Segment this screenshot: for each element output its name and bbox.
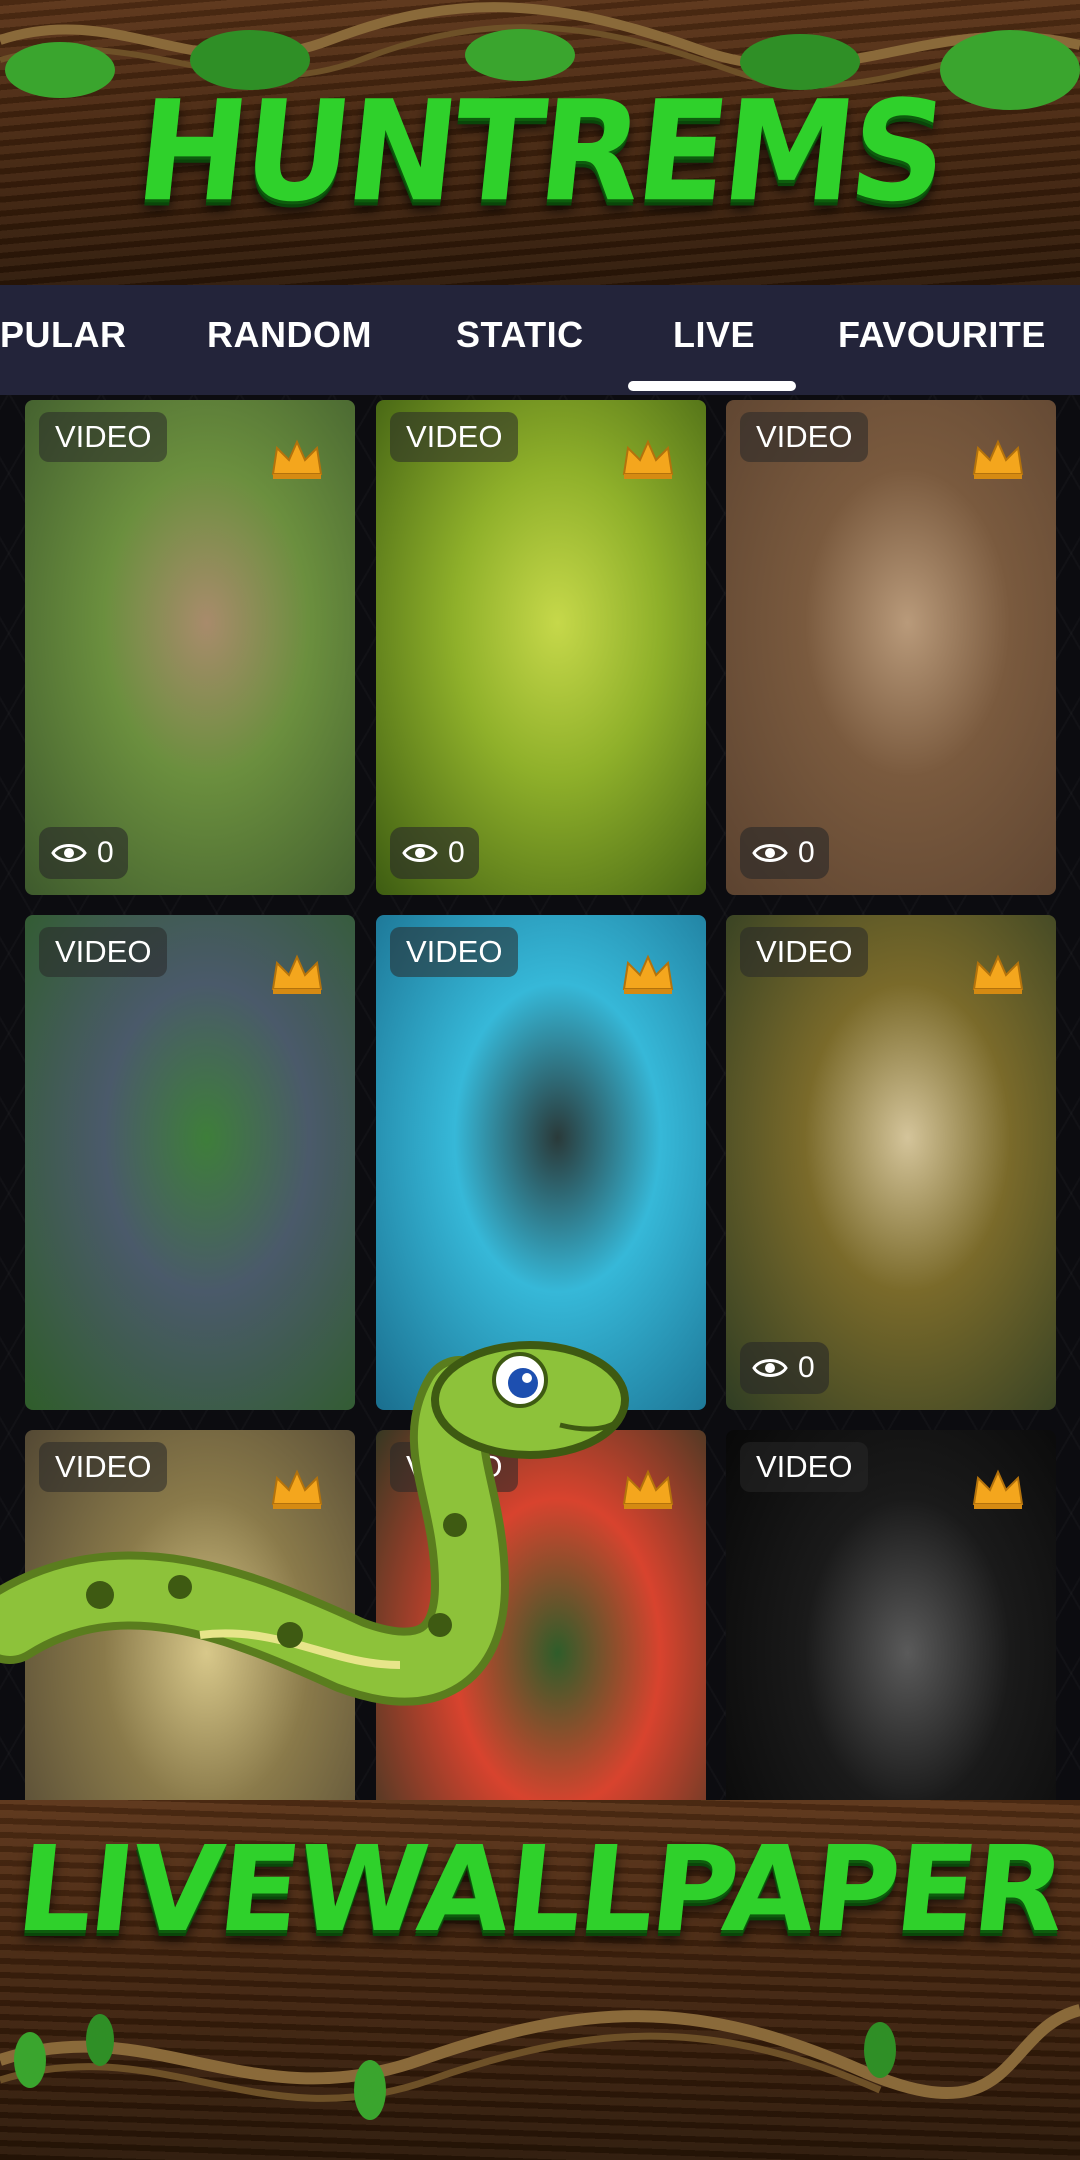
wallpaper-card[interactable]: VIDEO 0 bbox=[25, 400, 355, 895]
crown-icon bbox=[271, 1469, 323, 1509]
view-count: 0 bbox=[390, 827, 479, 879]
view-count-value: 0 bbox=[448, 836, 465, 869]
crown-icon bbox=[972, 439, 1024, 479]
wallpaper-card[interactable]: VIDEO 0 bbox=[726, 400, 1056, 895]
app-title: HUNTREMS bbox=[129, 71, 951, 233]
tab-live[interactable]: LIVE bbox=[673, 305, 755, 365]
view-count-value: 0 bbox=[798, 836, 815, 869]
tab-static[interactable]: STATIC bbox=[456, 305, 584, 365]
view-count-value: 0 bbox=[798, 1351, 815, 1384]
video-badge: VIDEO bbox=[740, 927, 869, 977]
video-badge: VIDEO bbox=[740, 412, 869, 462]
tab-random[interactable]: RANDOM bbox=[207, 305, 372, 365]
bottom-banner: LIVEWALLPAPER bbox=[0, 1800, 1080, 2160]
video-badge: VIDEO bbox=[39, 927, 168, 977]
video-badge: VIDEO bbox=[390, 927, 519, 977]
eye-icon bbox=[752, 1359, 788, 1377]
video-badge: VIDEO bbox=[39, 1442, 168, 1492]
view-count: 0 bbox=[740, 827, 829, 879]
wallpaper-card[interactable]: VIDEO bbox=[25, 915, 355, 1410]
tab-popular[interactable]: PULAR bbox=[0, 305, 127, 365]
eye-icon bbox=[752, 844, 788, 862]
video-badge: VIDEO bbox=[39, 412, 168, 462]
wallpaper-card[interactable]: VIDEO 0 bbox=[376, 400, 706, 895]
wallpaper-grid: VIDEO 0 VIDEO 0 VIDEO 0 VIDEO VIDEO VIDEO 0 VIDEO V… bbox=[0, 395, 1080, 1925]
wallpaper-card[interactable]: VIDEO 0 bbox=[726, 915, 1056, 1410]
crown-icon bbox=[622, 1469, 674, 1509]
eye-icon bbox=[51, 844, 87, 862]
view-count-value: 0 bbox=[97, 836, 114, 869]
crown-icon bbox=[972, 1469, 1024, 1509]
video-badge: VIDEO bbox=[390, 412, 519, 462]
footer-title: LIVEWALLPAPER bbox=[10, 1820, 1070, 1958]
video-badge: VIDEO bbox=[740, 1442, 869, 1492]
tabs-row: PULAR RANDOM STATIC LIVE FAVOURITE bbox=[0, 285, 1080, 395]
tab-favourite[interactable]: FAVOURITE bbox=[838, 305, 1046, 365]
eye-icon bbox=[402, 844, 438, 862]
view-count: 0 bbox=[39, 827, 128, 879]
video-badge: VIDEO bbox=[390, 1442, 519, 1492]
wallpaper-card[interactable]: VIDEO bbox=[376, 915, 706, 1410]
jungle-vine-decoration-bottom bbox=[0, 2004, 1080, 2120]
crown-icon bbox=[622, 954, 674, 994]
crown-icon bbox=[271, 954, 323, 994]
crown-icon bbox=[271, 439, 323, 479]
crown-icon bbox=[972, 954, 1024, 994]
active-tab-indicator bbox=[628, 381, 796, 391]
view-count: 0 bbox=[740, 1342, 829, 1394]
top-banner: HUNTREMS bbox=[0, 0, 1080, 300]
crown-icon bbox=[622, 439, 674, 479]
tab-bar: PULAR RANDOM STATIC LIVE FAVOURITE bbox=[0, 285, 1080, 395]
